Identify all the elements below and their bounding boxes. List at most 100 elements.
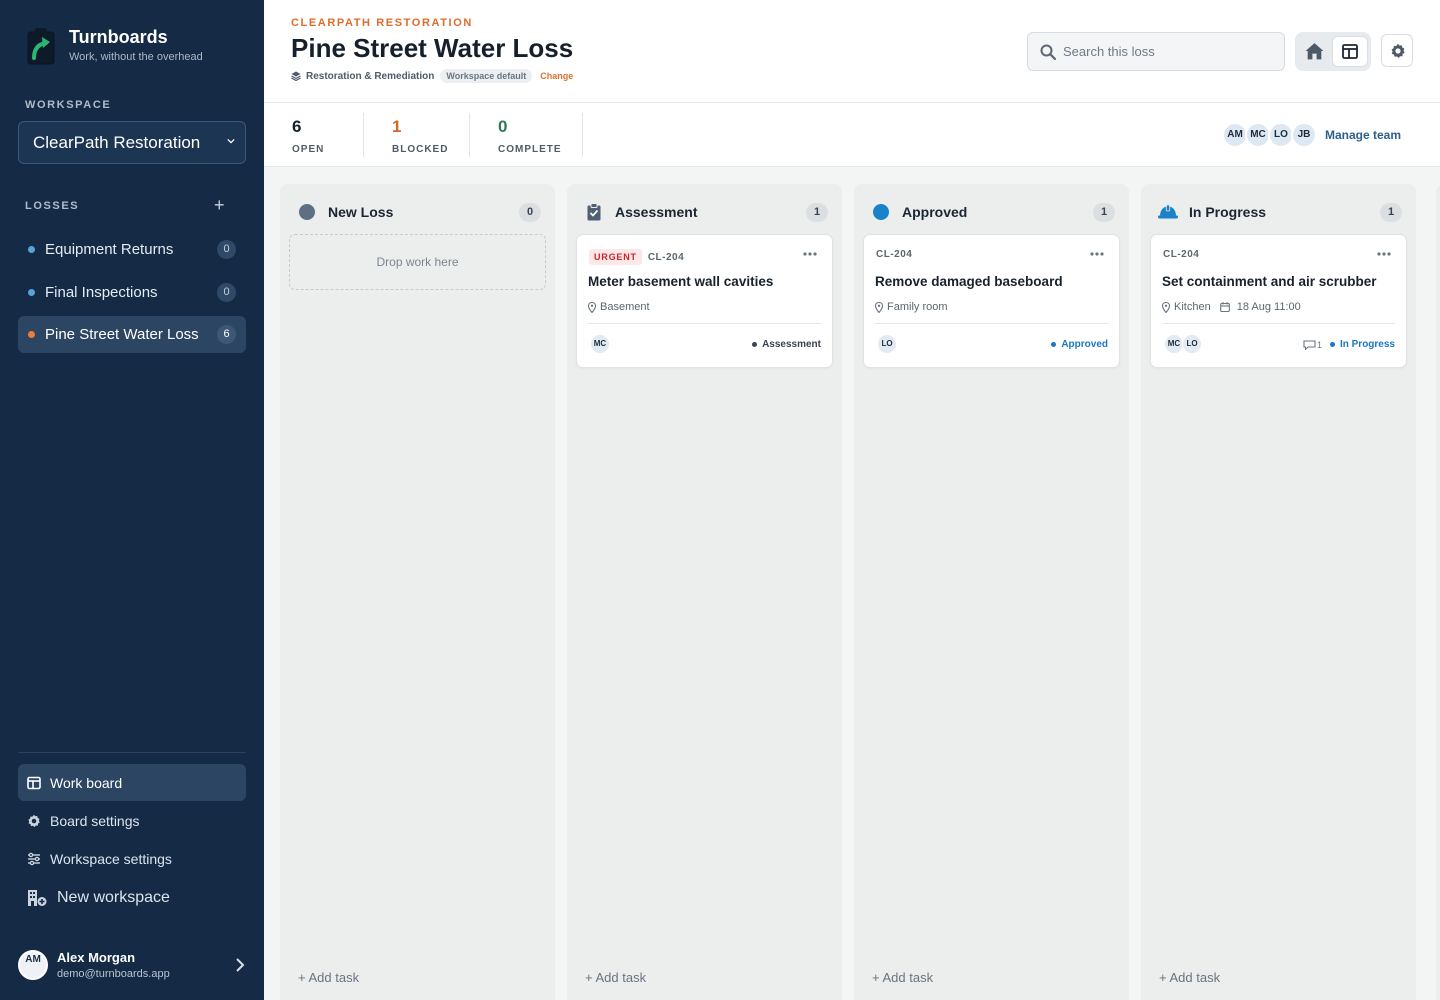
workspace-select-value: ClearPath Restoration — [33, 132, 201, 152]
sidebar-item-count: 6 — [217, 325, 236, 344]
card-meta: Kitchen 18 Aug 11:00 — [1162, 301, 1301, 313]
search-input[interactable] — [1063, 33, 1273, 70]
circle-filled-icon — [873, 204, 889, 220]
card-header: CL-204 — [876, 249, 912, 260]
location-pin-icon — [1162, 301, 1170, 313]
column-count: 1 — [1380, 203, 1402, 222]
column-title: In Progress — [1189, 204, 1267, 220]
template-pill: Workspace default — [440, 69, 533, 83]
card-divider — [588, 323, 821, 324]
column-count: 1 — [1093, 203, 1115, 222]
gear-icon — [1391, 43, 1405, 58]
stat-value: 0 — [498, 117, 508, 136]
workspace-eyebrow: CLEARPATH RESTORATION — [291, 17, 473, 29]
sidebar-item-pine-street-water-loss[interactable]: Pine Street Water Loss 6 — [18, 316, 246, 353]
manage-team-link[interactable]: Manage team — [1325, 128, 1401, 142]
status-dot — [28, 289, 35, 296]
add-loss-icon[interactable]: + — [214, 196, 225, 214]
stat-blocked: 1 BLOCKED — [392, 117, 448, 155]
chevron-down-icon — [227, 138, 235, 144]
nav-label: Board settings — [50, 812, 140, 829]
location-pin-icon — [588, 301, 596, 313]
stat-label: COMPLETE — [498, 144, 562, 155]
clipboard-check-icon — [587, 203, 601, 221]
status-dot — [1051, 342, 1057, 347]
circle-icon — [299, 204, 315, 220]
card-id: CL-204 — [647, 251, 685, 263]
brand-name: Turnboards — [69, 27, 168, 47]
column-header: New Loss 0 — [298, 202, 541, 222]
column-count: 1 — [806, 203, 828, 222]
nav-label: Workspace settings — [50, 850, 172, 867]
user-email: demo@turnboards.app — [57, 968, 170, 980]
stat-open: 6 OPEN — [292, 117, 324, 155]
more-icon[interactable] — [1089, 251, 1105, 257]
calendar-icon — [1219, 302, 1230, 312]
column-approved: Approved 1 CL-204 Remove damaged baseboa… — [854, 184, 1129, 1000]
add-task-button[interactable]: + Add task — [872, 970, 933, 985]
sidebar-item-label: Final Inspections — [45, 284, 158, 301]
drop-zone[interactable]: Drop work here — [289, 234, 546, 290]
gear-icon — [28, 814, 40, 828]
workspace-select[interactable]: ClearPath Restoration — [18, 121, 246, 164]
card-id: CL-204 — [876, 249, 913, 260]
status-dot — [1329, 342, 1335, 347]
card-header: URGENT CL-204 — [589, 249, 684, 265]
status-label: In Progress — [1339, 339, 1395, 350]
add-task-button[interactable]: + Add task — [298, 970, 359, 985]
nav-work-board[interactable]: Work board — [18, 764, 246, 801]
column-header: Assessment 1 — [585, 202, 828, 222]
column-new-loss: New Loss 0 Drop work here + Add task — [280, 184, 555, 1000]
sidebar-item-label: Equipment Returns — [45, 241, 174, 258]
status-label: Approved — [1061, 339, 1108, 350]
column-title: Assessment — [615, 204, 698, 220]
sidebar-item-count: 0 — [217, 283, 236, 302]
board-template: Restoration & Remediation Workspace defa… — [291, 69, 573, 83]
change-template-link[interactable]: Change — [540, 71, 573, 81]
column-next-partial — [1436, 184, 1440, 1000]
home-icon[interactable] — [1304, 41, 1325, 62]
card-title: Set containment and air scrubber — [1162, 274, 1377, 289]
card-location: Kitchen — [1174, 301, 1211, 313]
nav-board-settings[interactable]: Board settings — [18, 802, 246, 839]
avatar: MC — [590, 334, 610, 354]
brand[interactable]: Turnboards Work, without the overhead — [25, 26, 203, 66]
card-divider — [875, 323, 1108, 324]
avatar[interactable]: JB — [1291, 122, 1317, 148]
workspace-label: WORKSPACE — [25, 99, 112, 111]
column-header: Approved 1 — [872, 202, 1115, 222]
card-meta: Basement — [588, 301, 650, 313]
search-box[interactable] — [1027, 32, 1285, 71]
stat-value: 6 — [292, 117, 302, 136]
card-due-date: 18 Aug 11:00 — [1236, 301, 1301, 313]
settings-button[interactable] — [1381, 34, 1413, 67]
avatar: LO — [877, 334, 897, 354]
task-card[interactable]: CL-204 Remove damaged baseboard Family r… — [863, 234, 1120, 368]
sidebar-item-equipment-returns[interactable]: Equipment Returns 0 — [18, 231, 246, 268]
avatar: MC — [1164, 334, 1184, 354]
nav-workspace-settings[interactable]: Workspace settings — [18, 840, 246, 877]
sidebar-item-final-inspections[interactable]: Final Inspections 0 — [18, 274, 246, 311]
more-icon[interactable] — [1376, 251, 1392, 257]
building-add-icon — [28, 890, 47, 906]
page-title: Pine Street Water Loss — [291, 33, 574, 63]
turnboards-logo-icon — [27, 28, 55, 65]
more-icon[interactable] — [802, 251, 818, 257]
add-task-button[interactable]: + Add task — [585, 970, 646, 985]
task-card[interactable]: CL-204 Set containment and air scrubber … — [1150, 234, 1407, 368]
status-label: Assessment — [762, 339, 821, 350]
column-title: Approved — [902, 204, 968, 220]
urgent-badge: URGENT — [589, 249, 642, 265]
column-header: In Progress 1 — [1158, 202, 1402, 222]
status-badge: Assessment — [752, 339, 821, 350]
user-name: Alex Morgan — [57, 950, 136, 965]
column-in-progress: In Progress 1 CL-204 Set containment and… — [1141, 184, 1416, 1000]
task-card[interactable]: URGENT CL-204 Meter basement wall caviti… — [576, 234, 833, 368]
board-icon — [1342, 44, 1358, 59]
add-task-button[interactable]: + Add task — [1159, 970, 1220, 985]
board-view-button[interactable] — [1332, 36, 1368, 67]
card-divider — [1162, 323, 1395, 324]
user-menu[interactable]: AM Alex Morgan demo@turnboards.app — [18, 948, 248, 984]
layers-icon — [291, 71, 301, 81]
nav-new-workspace[interactable]: New workspace — [18, 879, 246, 916]
